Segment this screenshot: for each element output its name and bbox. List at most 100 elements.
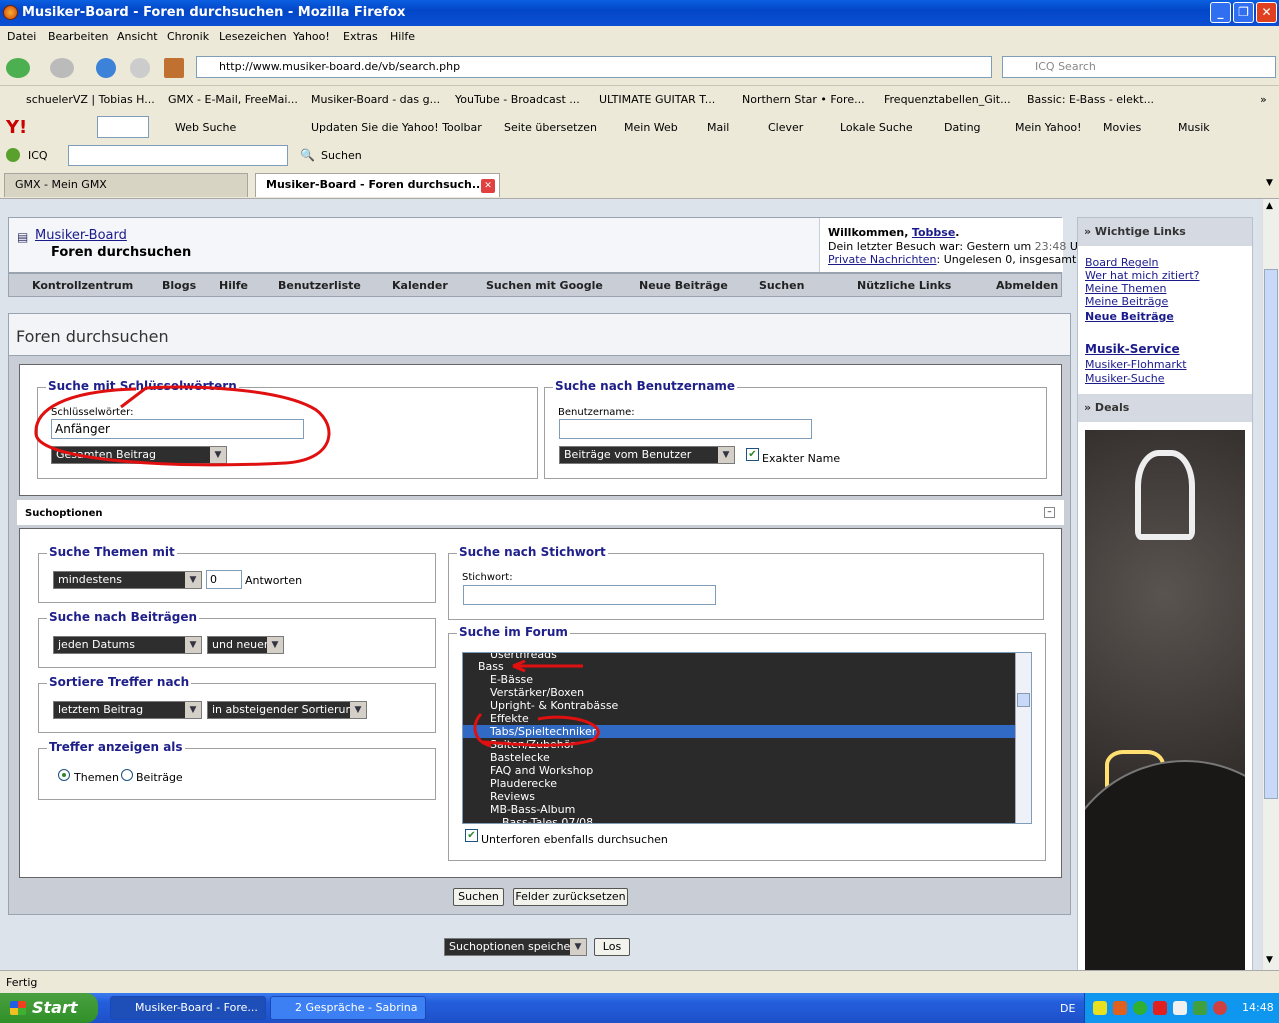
posts-date-select[interactable]: jeden Datums ▼ bbox=[53, 636, 202, 654]
scroll-thumb[interactable] bbox=[1017, 693, 1030, 707]
search-button[interactable]: Suchen bbox=[453, 888, 504, 906]
scroll-up-icon[interactable]: ▲ bbox=[1266, 201, 1273, 211]
tab-musiker-board[interactable]: Musiker-Board - Foren durchsuch... ✕ bbox=[255, 173, 500, 197]
yahoo-item[interactable]: Seite übersetzen bbox=[504, 121, 597, 134]
menu-ansicht[interactable]: Ansicht bbox=[117, 30, 158, 43]
yahoo-item[interactable]: Updaten Sie die Yahoo! Toolbar bbox=[311, 121, 482, 134]
reload-icon[interactable] bbox=[96, 58, 116, 78]
tray-icon[interactable] bbox=[1213, 1001, 1227, 1015]
home-icon[interactable] bbox=[164, 58, 184, 78]
start-button[interactable]: Start bbox=[0, 993, 98, 1023]
save-options-select[interactable]: Suchoptionen speichern ▼ bbox=[444, 938, 587, 956]
taskbar-item-firefox[interactable]: Musiker-Board - Fore... bbox=[110, 996, 266, 1020]
icq-label[interactable]: ICQ bbox=[28, 149, 48, 162]
list-item[interactable]: Bastelecke bbox=[463, 751, 1015, 764]
breadcrumb-home[interactable]: Musiker-Board bbox=[35, 228, 127, 243]
yahoo-logo-icon[interactable]: Y! bbox=[6, 117, 27, 138]
sidebar-link[interactable]: Musiker-Flohmarkt bbox=[1085, 358, 1187, 371]
bookmark-item[interactable]: Musiker-Board - das g... bbox=[311, 93, 440, 106]
bookmark-item[interactable]: GMX - E-Mail, FreeMai... bbox=[168, 93, 298, 106]
list-item[interactable]: MB-Bass-Album bbox=[463, 803, 1015, 816]
search-icon[interactable]: 🔍 bbox=[300, 148, 315, 162]
sort-order-select[interactable]: in absteigender Sortierung ▼ bbox=[207, 701, 367, 719]
posts-direction-select[interactable]: und neuer ▼ bbox=[207, 636, 284, 654]
show-themes-radio[interactable] bbox=[58, 769, 70, 781]
menu-chronik[interactable]: Chronik bbox=[167, 30, 209, 43]
nav-abmelden[interactable]: Abmelden bbox=[996, 279, 1058, 292]
tray-icon[interactable] bbox=[1133, 1001, 1147, 1015]
back-icon[interactable] bbox=[6, 58, 30, 78]
icq-search-input[interactable] bbox=[68, 145, 288, 166]
go-button[interactable]: Los bbox=[594, 938, 630, 956]
bookmark-item[interactable]: ULTIMATE GUITAR T... bbox=[599, 93, 715, 106]
bookmark-item[interactable]: YouTube - Broadcast ... bbox=[455, 93, 580, 106]
username-link[interactable]: Tobbse bbox=[912, 226, 955, 239]
tray-icon[interactable] bbox=[1093, 1001, 1107, 1015]
yahoo-item[interactable]: Musik bbox=[1178, 121, 1210, 134]
reset-button[interactable]: Felder zurücksetzen bbox=[513, 888, 628, 906]
nav-blogs[interactable]: Blogs bbox=[162, 279, 196, 292]
tray-icon[interactable] bbox=[1153, 1001, 1167, 1015]
tray-icon[interactable] bbox=[1193, 1001, 1207, 1015]
sidebar-link[interactable]: Meine Themen bbox=[1085, 282, 1166, 295]
yahoo-item[interactable]: Mail bbox=[707, 121, 729, 134]
list-item[interactable]: Reviews bbox=[463, 790, 1015, 803]
page-scrollbar[interactable]: ▲ ▼ bbox=[1262, 199, 1279, 970]
list-item[interactable]: Plauderecke bbox=[463, 777, 1015, 790]
username-input[interactable] bbox=[559, 419, 812, 439]
sidebar-link[interactable]: Neue Beiträge bbox=[1085, 310, 1174, 323]
search-box[interactable]: ICQ Search bbox=[1002, 56, 1276, 78]
stop-icon[interactable] bbox=[130, 58, 150, 78]
chevron-right-icon[interactable]: » bbox=[1260, 93, 1267, 106]
nav-hilfe[interactable]: Hilfe bbox=[219, 279, 248, 292]
nav-kalender[interactable]: Kalender bbox=[392, 279, 448, 292]
list-item[interactable]: FAQ and Workshop bbox=[463, 764, 1015, 777]
sidebar-link[interactable]: Board Regeln bbox=[1085, 256, 1159, 269]
yahoo-item[interactable]: Lokale Suche bbox=[840, 121, 913, 134]
sidebar-service-link[interactable]: Musik-Service bbox=[1085, 342, 1180, 356]
tab-gmx[interactable]: GMX - Mein GMX bbox=[4, 173, 248, 197]
replies-count-input[interactable]: 0 bbox=[206, 570, 242, 589]
themes-min-select[interactable]: mindestens ▼ bbox=[53, 571, 202, 589]
menu-hilfe[interactable]: Hilfe bbox=[390, 30, 415, 43]
sidebar-link[interactable]: Meine Beiträge bbox=[1085, 295, 1168, 308]
collapse-icon[interactable]: – bbox=[1044, 507, 1055, 518]
url-bar[interactable]: http://www.musiker-board.de/vb/search.ph… bbox=[196, 56, 992, 78]
bookmark-item[interactable]: Frequenztabellen_Git... bbox=[884, 93, 1011, 106]
forward-icon[interactable] bbox=[50, 58, 74, 78]
subforums-checkbox[interactable]: ✔ bbox=[465, 829, 478, 842]
yahoo-item[interactable]: Mein Yahoo! bbox=[1015, 121, 1082, 134]
yahoo-search-input[interactable] bbox=[97, 116, 149, 138]
yahoo-item[interactable]: Dating bbox=[944, 121, 981, 134]
taskbar-item-chat[interactable]: 2 Gespräche - Sabrina bbox=[270, 996, 426, 1020]
menu-lesezeichen[interactable]: Lesezeichen bbox=[219, 30, 287, 43]
list-item[interactable]: Bass-Tales 07/08 bbox=[463, 816, 1015, 823]
nav-suchen-google[interactable]: Suchen mit Google bbox=[486, 279, 603, 292]
sidebar-link[interactable]: Wer hat mich zitiert? bbox=[1085, 269, 1199, 282]
scroll-thumb[interactable] bbox=[1264, 269, 1278, 799]
menu-extras[interactable]: Extras bbox=[343, 30, 378, 43]
nav-suchen[interactable]: Suchen bbox=[759, 279, 804, 292]
yahoo-item[interactable]: Mein Web bbox=[624, 121, 678, 134]
nav-kontrollzentrum[interactable]: Kontrollzentrum bbox=[32, 279, 133, 292]
nav-neue-beitraege[interactable]: Neue Beiträge bbox=[639, 279, 728, 292]
tray-icon[interactable] bbox=[1113, 1001, 1127, 1015]
maximize-button[interactable]: ❐ bbox=[1233, 2, 1254, 23]
yahoo-item[interactable]: Web Suche bbox=[175, 121, 236, 134]
clock[interactable]: 14:48 bbox=[1242, 993, 1274, 1023]
nav-benutzerliste[interactable]: Benutzerliste bbox=[278, 279, 361, 292]
nav-nuetzliche-links[interactable]: Nützliche Links bbox=[857, 279, 951, 292]
minimize-button[interactable]: _ bbox=[1210, 2, 1231, 23]
yahoo-item[interactable]: Clever bbox=[768, 121, 803, 134]
user-posts-select[interactable]: Beiträge vom Benutzer suchen ▼ bbox=[559, 446, 735, 477]
bookmark-item[interactable]: Bassic: E-Bass - elekt... bbox=[1027, 93, 1154, 106]
deals-ad-image[interactable] bbox=[1085, 430, 1245, 970]
bookmark-item[interactable]: Northern Star • Fore... bbox=[742, 93, 865, 106]
menu-datei[interactable]: Datei bbox=[7, 30, 36, 43]
menu-bearbeiten[interactable]: Bearbeiten bbox=[48, 30, 108, 43]
tag-input[interactable] bbox=[463, 585, 716, 605]
sort-field-select[interactable]: letztem Beitrag ▼ bbox=[53, 701, 202, 719]
bookmark-item[interactable]: schuelerVZ | Tobias H... bbox=[26, 93, 155, 106]
exact-name-checkbox[interactable]: ✔ bbox=[746, 448, 759, 461]
title-bar[interactable]: Musiker-Board - Foren durchsuchen - Mozi… bbox=[0, 0, 1279, 26]
